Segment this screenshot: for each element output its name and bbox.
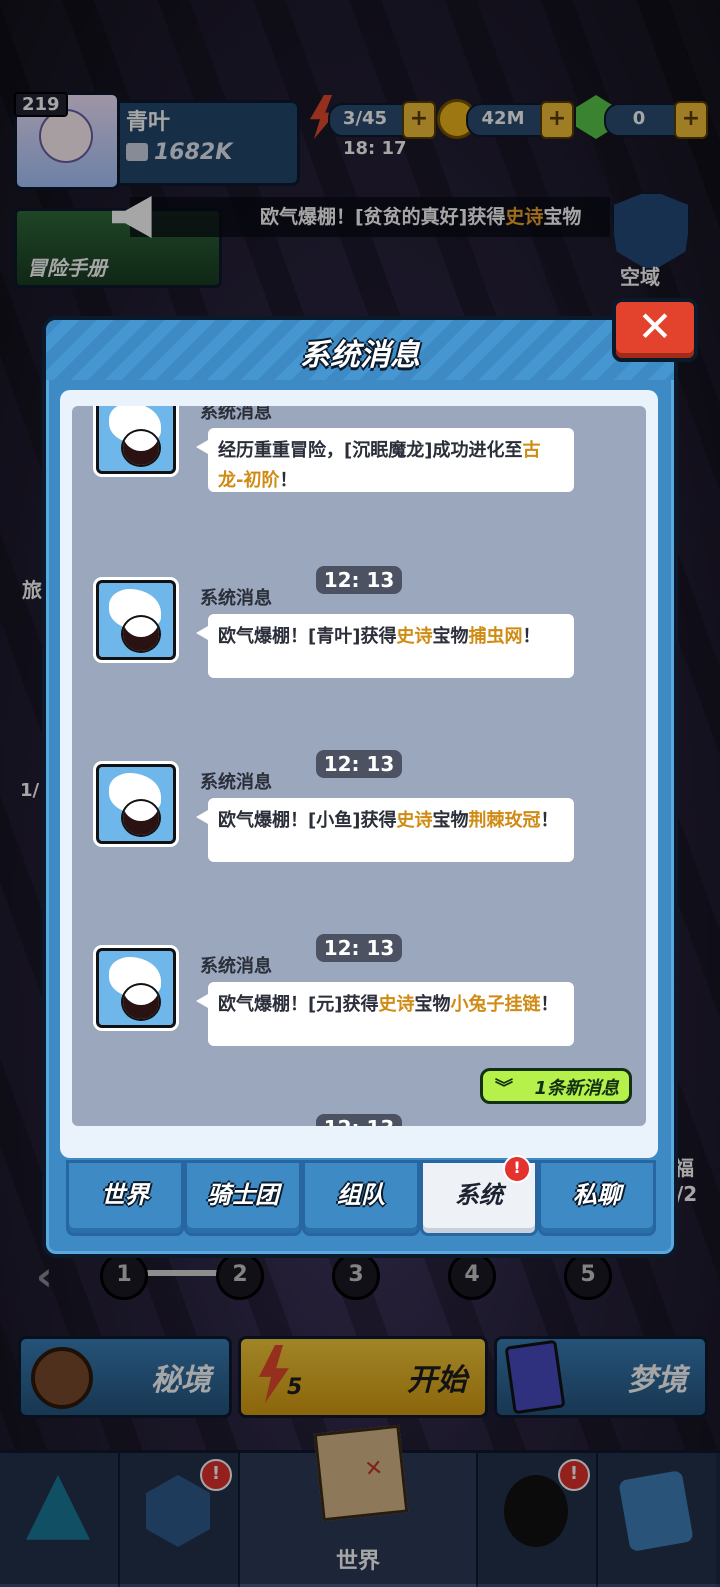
tab-team[interactable]: 组队 <box>302 1160 420 1236</box>
tab-private-label: 私聊 <box>573 1181 621 1209</box>
message-bubble: 欧气爆棚！[青叶]获得史诗宝物捕虫网！ <box>196 614 574 678</box>
message-text: 欧气爆棚！[青叶]获得 <box>218 626 397 647</box>
message-item-name: 荆棘玫冠 <box>468 810 541 831</box>
message-bubble: 欧气爆棚！[小鱼]获得史诗宝物荆棘玫冠！ <box>196 798 574 862</box>
message-text: 欧气爆棚！[元]获得 <box>218 994 379 1015</box>
message-rarity: 史诗 <box>378 994 415 1015</box>
message-item: 系统消息 经历重重冒险，[沉眠魔龙]成功进化至古龙-初阶！ <box>96 406 616 504</box>
message-text-mid: 宝物 <box>414 994 451 1015</box>
message-item: 系统消息 欧气爆棚！[青叶]获得史诗宝物捕虫网！ <box>96 580 616 690</box>
system-avatar <box>96 580 176 660</box>
new-messages-label: 1条新消息 <box>534 1078 619 1099</box>
tab-system[interactable]: 系统! <box>420 1155 538 1236</box>
message-sender: 系统消息 <box>200 588 272 609</box>
message-rarity: 史诗 <box>396 810 433 831</box>
message-item: 系统消息 欧气爆棚！[小鱼]获得史诗宝物荆棘玫冠！ <box>96 764 616 874</box>
timestamp-partial: 12: 13 <box>316 1114 402 1126</box>
message-text: 经历重重冒险，[沉眠魔龙]成功进化至 <box>218 440 523 461</box>
chat-tabs: 世界 骑士团 组队 系统! 私聊 <box>66 1155 656 1236</box>
tab-knights-label: 骑士团 <box>207 1181 279 1209</box>
message-sender: 系统消息 <box>200 772 272 793</box>
close-button[interactable]: ✕ <box>612 298 698 362</box>
double-chevron-down-icon: ︾ <box>495 1078 513 1099</box>
tab-private[interactable]: 私聊 <box>538 1160 656 1236</box>
message-text-mid: 宝物 <box>432 626 469 647</box>
new-messages-button[interactable]: ︾ 1条新消息 <box>480 1068 632 1104</box>
message-text-mid: 宝物 <box>432 810 469 831</box>
tab-world[interactable]: 世界 <box>66 1160 184 1236</box>
system-avatar <box>96 948 176 1028</box>
message-sender: 系统消息 <box>200 956 272 977</box>
system-avatar <box>96 406 176 474</box>
message-bubble: 经历重重冒险，[沉眠魔龙]成功进化至古龙-初阶！ <box>196 428 574 492</box>
message-text-end: ！ <box>540 994 559 1015</box>
message-item-name: 捕虫网 <box>468 626 523 647</box>
message-text: 欧气爆棚！[小鱼]获得 <box>218 810 397 831</box>
message-list[interactable]: 系统消息 经历重重冒险，[沉眠魔龙]成功进化至古龙-初阶！ 12: 13 系统消… <box>72 406 646 1126</box>
message-frame: 系统消息 经历重重冒险，[沉眠魔龙]成功进化至古龙-初阶！ 12: 13 系统消… <box>60 390 658 1158</box>
tab-system-label: 系统 <box>455 1181 503 1209</box>
tab-team-label: 组队 <box>337 1181 385 1209</box>
message-text-end: ！ <box>540 810 559 831</box>
tab-system-badge: ! <box>503 1155 531 1183</box>
message-item: 系统消息 欧气爆棚！[元]获得史诗宝物小兔子挂链！ <box>96 948 616 1058</box>
tab-knights[interactable]: 骑士团 <box>184 1160 302 1236</box>
message-item-name: 小兔子挂链 <box>450 994 541 1015</box>
modal-title: 系统消息 <box>300 338 420 373</box>
message-sender: 系统消息 <box>200 406 272 423</box>
message-text-end: ！ <box>279 470 298 491</box>
system-avatar <box>96 764 176 844</box>
message-text-end: ！ <box>522 626 541 647</box>
system-messages-dialog: 系统消息 系统消息 经历重重冒险，[沉眠魔龙]成功进化至古龙-初阶！ 12: 1… <box>42 316 678 1258</box>
tab-world-label: 世界 <box>101 1181 149 1209</box>
message-bubble: 欧气爆棚！[元]获得史诗宝物小兔子挂链！ <box>196 982 574 1046</box>
message-rarity: 史诗 <box>396 626 433 647</box>
